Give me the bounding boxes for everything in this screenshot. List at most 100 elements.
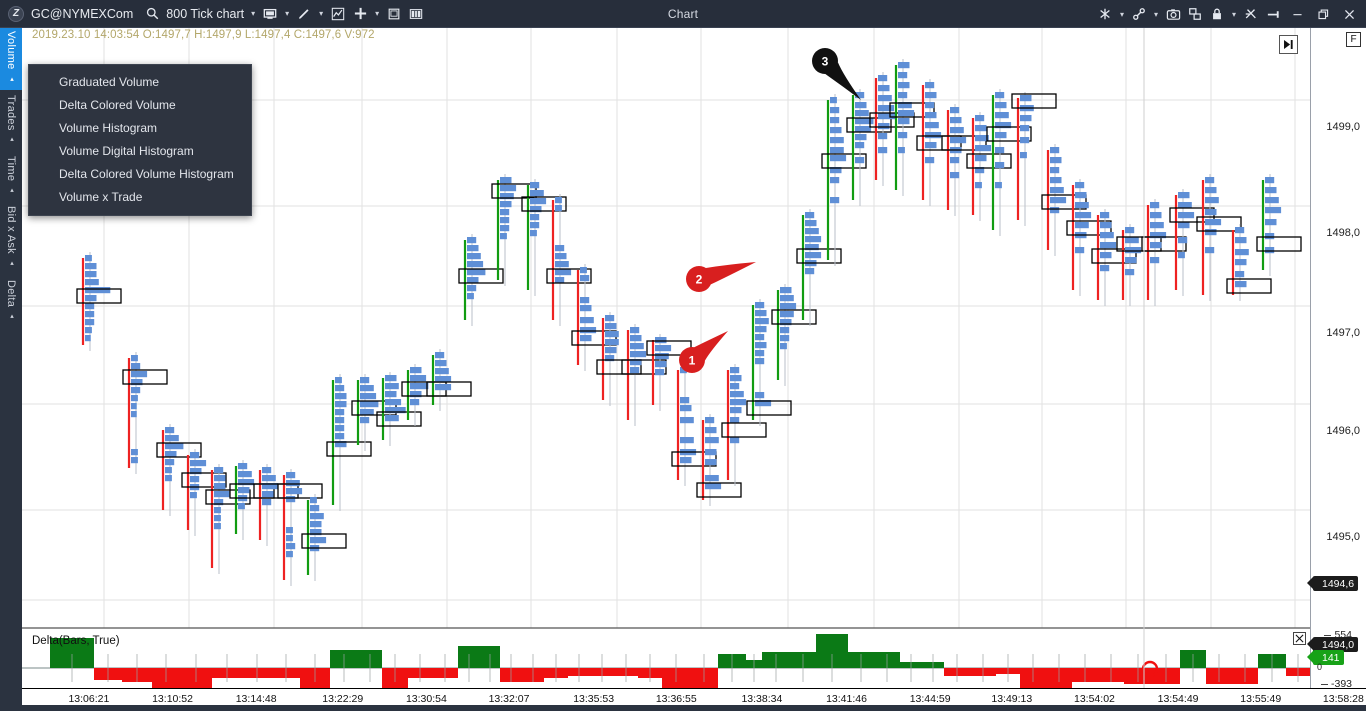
volume-block: [500, 233, 507, 240]
delta-axis-tick: 554: [1324, 629, 1352, 641]
search-icon[interactable]: [141, 3, 163, 25]
volume-block: [500, 225, 510, 232]
volume-block: [214, 475, 226, 482]
time-axis-tick: 13:36:55: [655, 693, 697, 705]
volume-block: [855, 126, 872, 133]
volume-block: [360, 417, 370, 424]
app-logo-icon[interactable]: Z: [8, 5, 24, 22]
link-icon[interactable]: [1128, 3, 1150, 25]
volume-block: [310, 505, 320, 512]
symbol-label[interactable]: GC@NYMEXCom: [31, 7, 133, 21]
price-axis-tick: 1497,0: [1326, 327, 1360, 339]
new-window-icon[interactable]: [383, 3, 405, 25]
link-chevron-down-icon[interactable]: ▾: [1150, 3, 1162, 25]
volume-block: [898, 62, 910, 69]
menu-item-volume-histogram[interactable]: Volume Histogram: [29, 117, 251, 140]
indicators-icon[interactable]: [327, 3, 349, 25]
volume-block: [1178, 212, 1195, 219]
volume-block: [1075, 247, 1085, 254]
minimize-icon[interactable]: [1284, 3, 1310, 25]
lock-icon[interactable]: [1206, 3, 1228, 25]
rail-tab-expand-icon[interactable]: ▴: [7, 259, 15, 267]
screenshot-icon[interactable]: [1162, 3, 1184, 25]
lock-chevron-down-icon[interactable]: ▾: [1228, 3, 1240, 25]
volume-block: [1075, 202, 1089, 209]
volume-block: [898, 110, 915, 117]
rail-tab-trades[interactable]: Trades ▴: [0, 90, 22, 152]
price-axis-tick: 1496,0: [1326, 425, 1360, 437]
volume-block: [435, 360, 447, 367]
annotation-pointer: [705, 262, 756, 285]
volume-block: [435, 384, 452, 391]
panels-icon[interactable]: [405, 3, 427, 25]
volume-block: [385, 415, 399, 422]
volume-block: [975, 115, 985, 122]
price-scale-mode-button[interactable]: F: [1346, 32, 1361, 47]
drawing-tools-icon[interactable]: [293, 3, 315, 25]
status-bar: [0, 705, 1366, 711]
volume-block: [1050, 207, 1060, 214]
rail-tab-expand-icon[interactable]: ▴: [7, 312, 15, 320]
rail-tab-bid-x-ask[interactable]: Bid x Ask ▴: [0, 202, 22, 276]
volume-block: [898, 92, 908, 99]
rail-tab-expand-icon[interactable]: ▴: [7, 75, 15, 83]
rail-tab-label: Delta: [5, 279, 17, 307]
menu-item-delta-colored-volume[interactable]: Delta Colored Volume: [29, 94, 251, 117]
volume-block: [1150, 242, 1162, 249]
drawing-tools-chevron-down-icon[interactable]: ▾: [315, 3, 327, 25]
volume-block: [262, 491, 274, 498]
volume-block: [1205, 229, 1217, 236]
volume-block: [830, 155, 847, 162]
timeframe-chevron-down-icon[interactable]: ▾: [247, 3, 259, 25]
volume-style-dropdown-menu[interactable]: Graduated Volume Delta Colored Volume Volu…: [28, 64, 252, 216]
price-axis[interactable]: 1499,0 1498,0 1497,0 1496,0 1495,0 1494,6 1494…: [1306, 28, 1366, 690]
volume-block: [705, 459, 717, 466]
volume-block: [730, 417, 740, 424]
volume-block: [1178, 202, 1192, 209]
duplicate-icon[interactable]: [1184, 3, 1206, 25]
add-chevron-down-icon[interactable]: ▾: [371, 3, 383, 25]
settings-fx-icon[interactable]: [1240, 3, 1262, 25]
volume-block: [85, 271, 97, 278]
rail-tab-time[interactable]: Time ▴: [0, 152, 22, 202]
rail-tab-expand-icon[interactable]: ▴: [7, 135, 15, 143]
chart-style-icon[interactable]: [259, 3, 281, 25]
skip-to-end-icon[interactable]: [1279, 35, 1298, 54]
volume-block: [1075, 212, 1092, 219]
volume-block: [286, 527, 293, 534]
volume-block: [855, 110, 869, 117]
volume-block: [925, 122, 939, 129]
volume-block: [705, 483, 722, 490]
menu-item-volume-digital-histogram[interactable]: Volume Digital Histogram: [29, 140, 251, 163]
magnet-icon[interactable]: [1094, 3, 1116, 25]
close-icon[interactable]: [1336, 3, 1362, 25]
menu-item-volume-x-trade[interactable]: Volume x Trade: [29, 186, 251, 209]
volume-block: [310, 521, 322, 528]
volume-block: [780, 303, 797, 310]
timeframe-label[interactable]: 800 Tick chart: [166, 7, 244, 21]
close-subchart-icon[interactable]: [1293, 632, 1306, 645]
restore-icon[interactable]: [1310, 3, 1336, 25]
time-axis-tick: 13:22:29: [322, 693, 364, 705]
volume-block: [410, 375, 427, 382]
volume-block: [467, 253, 481, 260]
rail-tab-expand-icon[interactable]: ▴: [7, 186, 15, 194]
volume-block: [855, 134, 867, 141]
rail-tab-delta[interactable]: Delta ▴: [0, 276, 22, 328]
volume-block: [360, 393, 377, 400]
volume-block: [131, 411, 137, 418]
volume-block: [1178, 192, 1190, 199]
magnet-chevron-down-icon[interactable]: ▾: [1116, 3, 1128, 25]
menu-item-graduated-volume[interactable]: Graduated Volume: [29, 71, 251, 94]
volume-block: [410, 367, 422, 374]
rail-tab-volume[interactable]: Volume ▴: [0, 28, 22, 90]
chart-style-chevron-down-icon[interactable]: ▾: [281, 3, 293, 25]
menu-item-delta-colored-volume-histogram[interactable]: Delta Colored Volume Histogram: [29, 163, 251, 186]
page-title: Chart: [667, 7, 699, 21]
volume-block: [580, 327, 597, 334]
pin-icon[interactable]: [1262, 3, 1284, 25]
time-axis-tick: 13:49:13: [991, 693, 1033, 705]
add-icon[interactable]: [349, 3, 371, 25]
annotations[interactable]: 1 2 3: [679, 48, 861, 373]
volume-block: [680, 437, 694, 444]
